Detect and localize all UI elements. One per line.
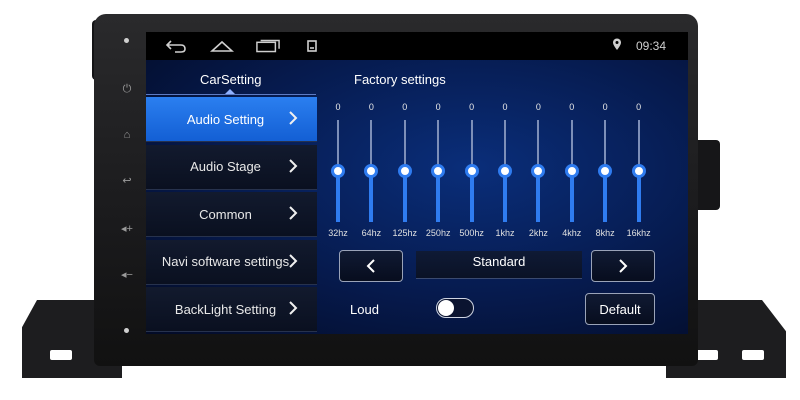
eq-band-value: 0 [368, 102, 374, 112]
eq-slider-fill [336, 171, 340, 222]
menu-item-common[interactable]: Common [146, 192, 317, 237]
home-hw-icon[interactable]: ⌂ [118, 126, 136, 144]
menu-item-backlight-setting[interactable]: BackLight Setting [146, 287, 317, 332]
home-icon[interactable] [210, 37, 234, 55]
eq-slider-knob[interactable] [498, 164, 512, 178]
eq-slider-fill [369, 171, 374, 222]
menu-item-audio-stage[interactable]: Audio Stage [146, 144, 317, 190]
power-icon[interactable]: ⏻ [118, 80, 136, 98]
bracket-hole [696, 350, 718, 360]
eq-slider-knob[interactable] [397, 164, 412, 178]
screen: 09:34 CarSetting Factory settings Audio … [146, 32, 688, 334]
menu-item-label: BackLight Setting [174, 301, 277, 317]
eq-slider-knob[interactable] [564, 164, 579, 178]
eq-band-value: 0 [435, 102, 441, 112]
clock: 09:34 [635, 39, 666, 53]
eq-slider-knob[interactable] [464, 164, 479, 178]
chevron-right-icon [287, 299, 299, 317]
chevron-right-icon [619, 259, 628, 273]
eq-band-value: 0 [335, 102, 341, 112]
eq-band-value: 0 [602, 102, 608, 112]
reset-dot[interactable] [124, 328, 129, 333]
eq-slider-knob[interactable] [331, 164, 345, 178]
eq-band-2khz[interactable]: 0 2khz [522, 98, 554, 248]
eq-band-value: 0 [569, 102, 575, 112]
volume-down-icon[interactable]: ◂− [118, 266, 136, 284]
notification-icon [300, 37, 324, 55]
location-icon [612, 38, 622, 54]
eq-slider-fill [636, 171, 641, 222]
eq-band-250hz[interactable]: 0 250hz [422, 98, 454, 248]
page-header: CarSetting Factory settings [146, 68, 688, 90]
bracket-hole [50, 350, 72, 360]
eq-band-32hz[interactable]: 0 32hz [322, 98, 354, 248]
eq-band-64hz[interactable]: 0 64hz [355, 98, 387, 248]
menu-item-label: Navi software settings [161, 254, 290, 269]
chevron-right-icon [287, 157, 299, 175]
eq-band-4khz[interactable]: 0 4khz [556, 98, 588, 248]
eq-band-16khz[interactable]: 0 16khz [623, 98, 655, 248]
eq-band-125hz[interactable]: 0 125hz [389, 98, 421, 248]
settings-menu: Audio Setting Audio Stage Common Navi softw… [146, 97, 317, 334]
back-hw-icon[interactable]: ↩ [118, 172, 136, 190]
eq-slider-knob[interactable] [598, 164, 613, 178]
eq-band-value: 0 [535, 102, 541, 112]
chevron-right-icon [287, 109, 299, 127]
eq-band-value: 0 [469, 102, 475, 112]
hardware-buttons: ⏻ ⌂ ↩ ◂+ ◂− [112, 30, 142, 350]
eq-slider-fill [402, 171, 407, 222]
eq-slider-knob[interactable] [631, 164, 646, 178]
header-divider [146, 94, 316, 95]
menu-item-label: Common [199, 206, 252, 222]
menu-item-label: Audio Stage [190, 159, 261, 174]
eq-slider-fill [503, 171, 507, 222]
eq-preset-display: Standard [416, 251, 582, 279]
equalizer: 0 32hz 0 64hz 0 125hz 0 250hz 0 500hz 0 1khz 0 2khz 0 4… [322, 98, 682, 248]
eq-slider-fill [436, 171, 441, 222]
chevron-left-icon [366, 259, 375, 273]
back-icon[interactable] [164, 37, 188, 55]
eq-band-8khz[interactable]: 0 8khz [589, 98, 621, 248]
eq-slider-fill [603, 171, 608, 222]
toggle-thumb [438, 300, 454, 316]
eq-band-frequency: 16khz [626, 228, 651, 238]
eq-slider-knob[interactable] [431, 164, 446, 178]
eq-band-1khz[interactable]: 0 1khz [489, 98, 521, 248]
loud-toggle[interactable] [436, 298, 474, 318]
eq-band-value: 0 [502, 102, 508, 112]
menu-item-audio-setting[interactable]: Audio Setting [146, 97, 317, 142]
chevron-right-icon [287, 204, 299, 222]
default-button[interactable]: Default [585, 293, 655, 325]
preset-next-button[interactable] [591, 250, 655, 282]
eq-band-500hz[interactable]: 0 500hz [456, 98, 488, 248]
eq-slider-knob[interactable] [364, 164, 379, 178]
status-right: 09:34 [612, 38, 666, 54]
chevron-right-icon [287, 252, 299, 270]
tab-carsetting[interactable]: CarSetting [200, 72, 261, 87]
eq-band-value: 0 [636, 102, 642, 112]
bracket-hole [742, 350, 764, 360]
eq-band-value: 0 [402, 102, 408, 112]
recent-apps-icon[interactable] [256, 37, 280, 55]
status-bar: 09:34 [146, 32, 688, 60]
eq-slider-fill [469, 171, 474, 222]
preset-prev-button[interactable] [339, 250, 403, 282]
eq-slider-fill [536, 171, 541, 222]
eq-slider-knob[interactable] [531, 164, 546, 178]
menu-item-navi-software-settings[interactable]: Navi software settings [146, 239, 317, 285]
eq-slider-fill [569, 171, 574, 222]
loud-label: Loud [350, 302, 379, 317]
menu-item-label: Audio Setting [186, 111, 265, 127]
volume-up-icon[interactable]: ◂+ [118, 220, 136, 238]
mic-dot [124, 38, 129, 43]
tab-factory-settings[interactable]: Factory settings [354, 72, 446, 87]
